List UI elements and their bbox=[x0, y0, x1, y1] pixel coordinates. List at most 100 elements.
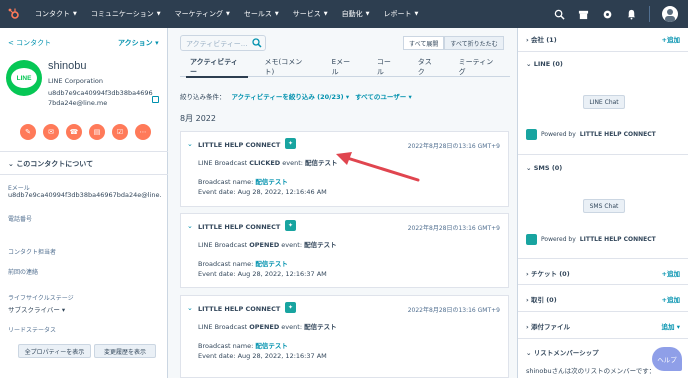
attachments-section-heading[interactable]: › 添付ファイル bbox=[526, 321, 570, 331]
nav-label: レポート bbox=[383, 10, 412, 18]
nav-reports[interactable]: レポート ▼ bbox=[376, 9, 425, 19]
email-field[interactable]: u8db7e9ca40994f3db38ba46967bda24e@line..… bbox=[8, 191, 162, 199]
company-name[interactable]: LINE Corporation bbox=[48, 77, 103, 85]
tab-notes[interactable]: メモ(コメント) bbox=[254, 57, 321, 77]
lifecycle-select[interactable]: サブスクライバー ▾ bbox=[8, 304, 162, 314]
tab-meetings[interactable]: ミーティング bbox=[449, 57, 510, 77]
collapse-all-button[interactable]: すべて折りたたむ bbox=[444, 36, 504, 50]
marketplace-icon[interactable] bbox=[577, 8, 589, 20]
card-date: 2022年8月28日の13:16 GMT+9 bbox=[407, 307, 500, 314]
event-suffix: event: bbox=[280, 159, 306, 167]
filter-users-dropdown[interactable]: すべてのユーザー ▾ bbox=[355, 91, 412, 101]
chevron-down-icon: ⌄ bbox=[526, 60, 534, 68]
deal-section-heading[interactable]: › 取引 (0) bbox=[526, 294, 557, 304]
top-nav: コンタクト ▼ コミュニケーション ▼ マーケティング ▼ セールス ▼ サービス ▼ 自… bbox=[0, 0, 688, 28]
broadcast-line: Broadcast name: 配信テスト bbox=[198, 176, 288, 186]
back-to-contacts-link[interactable]: < コンタクト bbox=[8, 38, 51, 48]
broadcast-name-link[interactable]: 配信テスト bbox=[255, 342, 288, 350]
activity-card[interactable]: ⌄ LITTLE HELP CONNECT ✦ 2022年8月28日の13:16… bbox=[180, 213, 509, 288]
broadcast-name-link[interactable]: 配信テスト bbox=[255, 260, 288, 268]
sms-chat-button[interactable]: SMS Chat bbox=[583, 199, 625, 213]
line-chat-button[interactable]: LINE Chat bbox=[583, 95, 625, 109]
bell-icon[interactable] bbox=[625, 8, 637, 20]
line-section-heading[interactable]: ⌄ LINE (0) bbox=[526, 60, 563, 68]
broadcast-name-link[interactable]: 配信テスト bbox=[255, 178, 288, 186]
more-icon[interactable]: ⋯ bbox=[135, 124, 151, 140]
chevron-down-icon: ▼ bbox=[323, 11, 328, 17]
chevron-down-icon[interactable]: ⌄ bbox=[187, 222, 193, 230]
help-button[interactable]: ヘルプ bbox=[652, 347, 682, 371]
nav-sales[interactable]: セールス ▼ bbox=[237, 9, 286, 19]
add-attachment-dropdown[interactable]: 追加 ▾ bbox=[661, 321, 680, 331]
hubspot-logo-icon[interactable] bbox=[0, 0, 28, 28]
about-section-heading[interactable]: ⌄ このコンタクトについて bbox=[8, 159, 93, 169]
actions-dropdown[interactable]: アクション ▾ bbox=[118, 38, 159, 48]
event-suffix: event: bbox=[279, 323, 305, 331]
chevron-down-icon[interactable]: ⌄ bbox=[187, 140, 193, 148]
divider bbox=[0, 174, 168, 175]
company-section-heading[interactable]: › 会社 (1) bbox=[526, 34, 557, 44]
little-help-connect-icon bbox=[526, 234, 537, 245]
ticket-heading-label: チケット (0) bbox=[530, 270, 570, 278]
expand-all-button[interactable]: すべて展開 bbox=[403, 36, 445, 50]
event-type: OPENED bbox=[249, 241, 280, 249]
ticket-section-heading[interactable]: › チケット (0) bbox=[526, 268, 570, 278]
powered-by-label: Powered by bbox=[541, 236, 576, 243]
view-history-button[interactable]: 変更履歴を表示 bbox=[94, 344, 156, 358]
line-logo-icon: LINE bbox=[11, 68, 37, 88]
nav-divider bbox=[649, 6, 650, 22]
add-company-link[interactable]: +追加 bbox=[662, 34, 680, 44]
about-heading-label: このコンタクトについて bbox=[16, 160, 94, 168]
activity-card[interactable]: ⌄ LITTLE HELP CONNECT ✦ 2022年8月28日の13:16… bbox=[180, 295, 509, 378]
search-icon[interactable] bbox=[252, 38, 262, 48]
add-deal-link[interactable]: +追加 bbox=[662, 294, 680, 304]
search-icon[interactable] bbox=[553, 8, 565, 20]
user-avatar[interactable] bbox=[662, 6, 678, 22]
log-icon[interactable]: ▤ bbox=[89, 124, 105, 140]
little-help-connect-icon: ✦ bbox=[285, 138, 296, 149]
filter-activity-dropdown[interactable]: アクティビティーを絞り込み (20/23) ▾ bbox=[232, 91, 350, 101]
event-name: 配信テスト bbox=[304, 241, 337, 249]
tab-calls[interactable]: コール bbox=[367, 57, 408, 77]
nav-contacts[interactable]: コンタクト ▼ bbox=[28, 9, 84, 19]
event-prefix: LINE Broadcast bbox=[198, 159, 250, 167]
call-icon[interactable]: ☎ bbox=[66, 124, 82, 140]
phone-label: 電話番号 bbox=[8, 216, 33, 223]
chevron-down-icon: ⌄ bbox=[526, 349, 534, 357]
chevron-down-icon: ▼ bbox=[365, 11, 370, 17]
tab-activity[interactable]: アクティビティー bbox=[180, 57, 254, 78]
task-icon[interactable]: ☑ bbox=[112, 124, 128, 140]
tab-email[interactable]: Eメール bbox=[322, 57, 367, 77]
nav-service[interactable]: サービス ▼ bbox=[286, 9, 335, 19]
sms-section-heading[interactable]: ⌄ SMS (0) bbox=[526, 164, 562, 172]
nav-communications[interactable]: コミュニケーション ▼ bbox=[84, 9, 168, 19]
view-all-properties-button[interactable]: 全プロパティーを表示 bbox=[18, 344, 91, 358]
little-help-connect-icon: ✦ bbox=[285, 220, 296, 231]
event-line: LINE Broadcast OPENED event: 配信テスト bbox=[198, 239, 337, 249]
card-title: LITTLE HELP CONNECT bbox=[198, 141, 281, 149]
card-title: LITTLE HELP CONNECT bbox=[198, 223, 281, 231]
event-prefix: LINE Broadcast bbox=[198, 323, 250, 331]
chevron-down-icon[interactable]: ⌄ bbox=[187, 304, 193, 312]
list-membership-heading[interactable]: ⌄ リストメンバーシップ bbox=[526, 347, 599, 357]
last-contacted-label: 前回の連絡 bbox=[8, 269, 39, 276]
email-icon[interactable]: ✉ bbox=[43, 124, 59, 140]
powered-by: Powered by LITTLE HELP CONNECT bbox=[526, 234, 656, 245]
note-icon[interactable]: ✎ bbox=[20, 124, 36, 140]
nav-automation[interactable]: 自動化 ▼ bbox=[335, 9, 377, 19]
associations-panel: › 会社 (1) +追加 ⌄ LINE (0) LINE Chat Powere… bbox=[517, 28, 688, 378]
nav-label: セールス bbox=[243, 10, 272, 18]
annotation-arrow-icon bbox=[336, 152, 420, 182]
list-heading-label: リストメンバーシップ bbox=[533, 349, 599, 357]
little-help-connect-icon: ✦ bbox=[285, 302, 296, 313]
gear-icon[interactable] bbox=[601, 8, 613, 20]
nav-marketing[interactable]: マーケティング ▼ bbox=[168, 9, 237, 19]
copy-icon[interactable] bbox=[152, 96, 159, 103]
add-ticket-link[interactable]: +追加 bbox=[662, 268, 680, 278]
contact-email[interactable]: u8db7e9ca40994f3db38ba46967bda24e@line.m… bbox=[48, 88, 153, 108]
tab-tasks[interactable]: タスク bbox=[408, 57, 449, 77]
broadcast-label: Broadcast name: bbox=[198, 342, 256, 350]
nav-label: 自動化 bbox=[341, 10, 363, 18]
contact-name[interactable]: shinobu bbox=[48, 60, 87, 72]
contact-sidebar: < コンタクト アクション ▾ LINE shinobu LINE Corpor… bbox=[0, 28, 168, 378]
